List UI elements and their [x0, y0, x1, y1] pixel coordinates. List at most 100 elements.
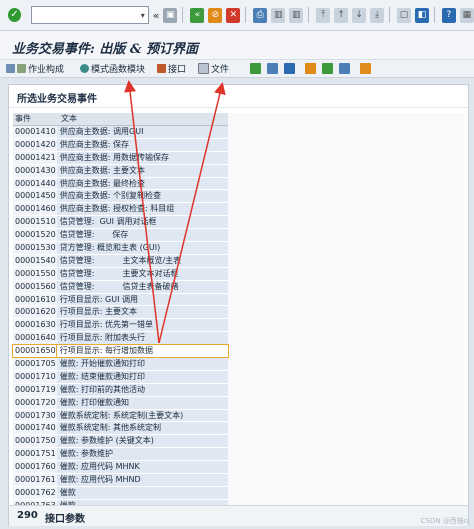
table-row[interactable]: 00001410 供应商主数据: 调用GUI	[13, 126, 228, 139]
enter-check-icon[interactable]: ✓	[8, 8, 22, 22]
file-button-label: 文件	[211, 65, 230, 75]
file-button[interactable]: 文件	[195, 61, 232, 76]
find-icon[interactable]: ▥	[271, 7, 286, 23]
back-icon[interactable]: «	[190, 7, 205, 23]
new-session-icon[interactable]: ▢	[397, 7, 412, 23]
layout-menu-icon[interactable]: ▦	[459, 7, 474, 23]
table-row[interactable]: 00001760 催款: 应用代码 MHNK	[13, 461, 228, 475]
text-cell: 行项目显示: GUI 调用	[56, 293, 228, 306]
event-cell: 00001420	[13, 138, 57, 151]
table-row[interactable]: 00001530 贷方管理: 概览和主表 (GUI)	[13, 242, 228, 255]
prev-page-icon[interactable]: ↑	[334, 7, 349, 23]
text-cell: 行项目显示: 每行增加数据	[55, 344, 230, 359]
text-cell: 供应商主数据: 调用GUI	[56, 126, 228, 138]
toolbar-separator	[182, 7, 184, 23]
table-row[interactable]: 00001710 催款: 结束催款通知打印	[13, 370, 228, 384]
section-header: 所选业务交易事件	[9, 85, 468, 108]
content-frame: 所选业务交易事件 事件 文本 00001410 供应商主数据: 调用GUI 0000…	[8, 84, 469, 526]
table-row[interactable]: 00001421 供应商主数据: 用数据传输保存	[13, 151, 228, 165]
toolbar-separator	[389, 7, 391, 23]
grid-icon[interactable]	[360, 63, 372, 74]
table-row[interactable]: 00001620 行项目显示: 主要文本	[13, 306, 228, 320]
command-field[interactable]: ▾	[31, 6, 149, 24]
table-row[interactable]: 00001510 信贷管理: GUI 调用对话框	[13, 216, 228, 230]
text-cell: 催款: 开始催款通知打印	[56, 358, 228, 370]
text-cell: 催款: 打印催款通知	[56, 396, 228, 409]
table-row[interactable]: 00001750 催款: 参数维护 (关键文本)	[13, 435, 228, 449]
text-cell: 行项目显示: 优先第一错单	[56, 319, 228, 332]
table-row[interactable]: 00001440 供应商主数据: 最终检查	[13, 177, 228, 191]
table-row[interactable]: 00001610 行项目显示: GUI 调用	[13, 293, 228, 307]
table-row[interactable]: 00001550 信贷管理: 主要文本对话框	[13, 267, 228, 281]
function-module-button[interactable]: 模式函数模块	[77, 61, 148, 76]
layout-icon[interactable]	[322, 63, 334, 74]
event-cell: 00001630	[13, 319, 57, 332]
text-cell: 催款: 参数维护 (关键文本)	[56, 435, 228, 448]
text-cell: 供应商主数据: 主要文本	[56, 164, 228, 177]
table-row[interactable]: 00001430 供应商主数据: 主要文本	[13, 164, 228, 178]
event-cell: 00001520	[13, 229, 57, 242]
table-row[interactable]: 00001740 催款系统定制: 其他系统定制	[13, 422, 228, 436]
table-row[interactable]: 00001460 供应商主数据: 授权检查: 科目组	[13, 203, 228, 217]
event-cell: 00001760	[13, 461, 57, 474]
shortcut-icon[interactable]: ◧	[415, 7, 430, 23]
table-row[interactable]: 00001560 信贷管理: 信贷主表备破绪	[13, 280, 228, 294]
text-cell: 催款: 打印前的其他活动	[56, 383, 228, 396]
find-next-icon[interactable]: ▥	[289, 7, 304, 23]
text-cell: 催款: 应用代码 MHNK	[56, 461, 228, 474]
table-row[interactable]: 00001420 供应商主数据: 保存	[13, 138, 228, 152]
sort-icon[interactable]	[250, 63, 262, 74]
function-module-button-label: 模式函数模块	[91, 65, 146, 75]
table-row[interactable]: 00001730 催款系统定制: 系统定制(主要文本)	[13, 409, 228, 423]
event-cell: 00001705	[13, 358, 57, 370]
text-cell: 信贷管理: 主文本概览/主表	[56, 254, 228, 267]
first-page-icon[interactable]: ⤒	[316, 7, 331, 23]
event-cell: 00001650	[12, 344, 58, 359]
command-dropdown-caret[interactable]: ▾	[141, 11, 148, 20]
table-row[interactable]: 00001720 催款: 打印催款通知	[13, 396, 228, 410]
text-cell: 贷方管理: 概览和主表 (GUI)	[56, 242, 228, 254]
exit-icon[interactable]: ⊘	[208, 7, 223, 23]
event-cell: 00001430	[13, 164, 57, 177]
column-header-event[interactable]: 事件	[13, 113, 59, 125]
collapse-icon[interactable]: «	[153, 9, 160, 22]
export-icon[interactable]	[305, 63, 317, 74]
text-cell: 供应商主数据: 个别复制检查	[56, 190, 228, 203]
file-icon	[198, 63, 210, 74]
table-row[interactable]: 00001640 行项目显示: 附加表头行	[13, 332, 228, 346]
interface-button[interactable]: 接口	[154, 61, 189, 76]
table-row[interactable]: 00001450 供应商主数据: 个别复制检查	[13, 190, 228, 204]
event-cell: 00001560	[13, 280, 57, 293]
text-cell: 催款系统定制: 其他系统定制	[56, 422, 228, 435]
workflow-button-label: 作业构成	[28, 65, 65, 75]
text-cell: 催款: 结束催款通知打印	[56, 370, 228, 383]
table-row[interactable]: 00001520 信贷管理: 保存	[13, 229, 228, 243]
table-row[interactable]: 00001751 催款: 参数维护	[13, 448, 228, 462]
event-cell: 00001730	[13, 409, 57, 422]
table-row[interactable]: 00001650 行项目显示: 每行增加数据	[12, 344, 230, 359]
cancel-icon[interactable]: ✕	[226, 7, 241, 23]
table-row[interactable]: 00001540 信贷管理: 主文本概览/主表	[13, 254, 228, 268]
column-header-text[interactable]: 文本	[59, 113, 77, 125]
table-row[interactable]: 00001762 催款	[13, 486, 228, 500]
toolbar-separator	[308, 7, 310, 23]
workflow-button[interactable]: 作业构成	[3, 61, 67, 76]
table-row[interactable]: 00001705 催款: 开始催款通知打印	[13, 358, 228, 371]
print-icon[interactable]: ⎙	[253, 7, 268, 23]
screen-title: 业务交易事件: 出版 & 预订界面	[12, 42, 199, 57]
event-cell: 00001510	[13, 216, 57, 229]
table-row[interactable]: 00001719 催款: 打印前的其他活动	[13, 383, 228, 397]
table-row[interactable]: 00001761 催款: 应用代码 MHND	[13, 474, 228, 487]
filter-icon[interactable]	[284, 63, 296, 74]
sort-desc-icon[interactable]	[267, 63, 279, 74]
toolbar-separator	[434, 7, 435, 23]
next-page-icon[interactable]: ↓	[352, 7, 367, 23]
table-row[interactable]: 00001630 行项目显示: 优先第一错单	[13, 319, 228, 333]
help-icon[interactable]: ?	[441, 7, 456, 23]
event-cell: 00001750	[13, 435, 57, 448]
last-page-icon[interactable]: ⤓	[370, 7, 385, 23]
select-layout-icon[interactable]	[339, 63, 351, 74]
event-cell: 00001620	[13, 306, 57, 319]
save-icon[interactable]: ▣	[163, 7, 178, 23]
text-cell: 信贷管理: 信贷主表备破绪	[56, 280, 228, 293]
